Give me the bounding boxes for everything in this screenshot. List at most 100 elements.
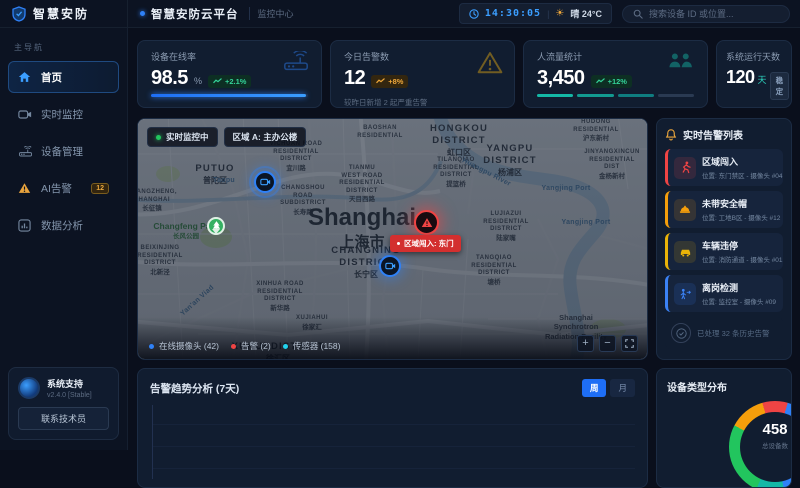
time-weather-widget: 14:30:05 | ☀ 晴 24°C — [459, 3, 612, 24]
sidebar-item-label: 实时监控 — [41, 107, 83, 122]
camera-marker[interactable] — [254, 171, 276, 193]
kpi-card-people-flow: 人流量统计 3,450 +12% — [523, 40, 708, 108]
top-bar: 智慧安防 智慧安防云平台 监控中心 14:30:05 | ☀ 晴 24°C — [0, 0, 800, 28]
alerts-panel-title: 实时告警列表 — [683, 127, 743, 142]
kpi-card-online-rate: 设备在线率 98.5 % +2.1% — [137, 40, 322, 108]
kpi-unit: % — [194, 76, 202, 86]
router-icon — [18, 146, 33, 157]
alert-count-badge: 12 — [91, 183, 109, 194]
zoom-out-button[interactable]: − — [599, 335, 616, 352]
zoom-in-button[interactable]: + — [577, 335, 594, 352]
kpi-delta-badge: +2.1% — [208, 75, 251, 88]
sidebar-item-device-mgmt[interactable]: 设备管理 — [8, 135, 119, 167]
app-logo-text: 智慧安防 — [33, 5, 89, 22]
platform-title: 智慧安防云平台 — [151, 6, 239, 22]
sidebar-item-label: AI告警 — [41, 181, 72, 196]
toggle-month-button[interactable]: 月 — [610, 379, 635, 397]
alert-trend-panel: 告警趋势分析 (7天) 周 月 — [137, 368, 648, 488]
realtime-alerts-panel: 实时告警列表 区域闯入位置: 东门禁区 - 摄像头 #04 未带安全帽位置: 工… — [656, 118, 792, 360]
sidebar-item-live-monitor[interactable]: 实时监控 — [8, 98, 119, 130]
helmet-icon — [674, 199, 696, 221]
platform-subtitle: 监控中心 — [249, 7, 294, 20]
trend-title: 告警趋势分析 (7天) — [150, 381, 239, 396]
processed-alerts-row[interactable]: 已处理 32 条历史告警 — [665, 317, 783, 349]
check-circle-icon — [671, 323, 691, 343]
search-input[interactable] — [649, 9, 779, 19]
park-marker[interactable] — [207, 217, 225, 235]
alert-marker[interactable] — [414, 210, 439, 235]
support-version: v2.4.0 [Stable] — [47, 392, 92, 399]
sensor-legend-dot — [283, 344, 288, 349]
warning-icon — [421, 217, 433, 228]
trend-chart-area — [152, 405, 635, 479]
sidebar: 主导航 首页 实时监控 设备管理 AI告警 12 数据分析 — [0, 28, 128, 450]
clock-time: 14:30:05 — [485, 8, 541, 19]
status-dot — [140, 11, 145, 16]
car-icon — [674, 241, 696, 263]
camera-icon — [18, 109, 33, 120]
trend-up-icon — [213, 78, 222, 84]
clock-icon — [469, 9, 479, 19]
people-flow-segments — [537, 94, 694, 97]
camera-icon — [385, 262, 396, 270]
search-box[interactable] — [622, 5, 790, 23]
sidebar-item-label: 首页 — [41, 70, 62, 85]
sidebar-item-data-analysis[interactable]: 数据分析 — [8, 209, 119, 241]
kpi-label: 系统运行天数 — [726, 50, 782, 63]
support-title: 系统支持 — [47, 377, 92, 390]
kpi-row: 设备在线率 98.5 % +2.1% 今日告警数 12 +8% 较昨日新增 2 … — [137, 40, 792, 108]
weather-text: 晴 24°C — [570, 7, 602, 20]
kpi-value: 98.5 — [151, 67, 188, 90]
tree-icon — [212, 221, 221, 232]
kpi-card-today-alerts: 今日告警数 12 +8% 较昨日新增 2 起严重告警 — [330, 40, 515, 108]
kpi-delta-badge: +12% — [591, 75, 632, 88]
search-icon — [633, 9, 643, 19]
map-legend: 在线摄像头 (42) 告警 (2) 传感器 (158) — [149, 340, 340, 352]
camera-icon — [260, 178, 271, 186]
bell-icon — [665, 128, 677, 141]
fullscreen-icon — [625, 339, 634, 348]
device-total-value: 458 — [735, 421, 792, 438]
period-toggle: 周 月 — [582, 379, 635, 397]
runner-icon — [674, 157, 696, 179]
sidebar-item-home[interactable]: 首页 — [8, 61, 119, 93]
alert-item-illegal-parking[interactable]: 车辆违停位置: 消防通道 - 摄像头 #01 — [665, 233, 783, 270]
app-logo: 智慧安防 — [0, 0, 128, 27]
device-distribution-title: 设备类型分布 — [667, 379, 781, 394]
map-panel[interactable]: BAOSHAN RESIDENTIAL HONGKOU DISTRICT虹口区 … — [137, 118, 648, 360]
live-dot — [156, 135, 161, 140]
toggle-week-button[interactable]: 周 — [582, 379, 607, 397]
processed-alerts-text: 已处理 32 条历史告警 — [697, 328, 770, 339]
trend-up-icon — [376, 78, 385, 84]
alert-item-absence[interactable]: 离岗检测位置: 监控室 - 摄像头 #09 — [665, 275, 783, 312]
kpi-value: 3,450 — [537, 67, 585, 90]
sidebar-item-ai-alerts[interactable]: AI告警 12 — [8, 172, 119, 204]
alert-tooltip[interactable]: 区域闯入: 东门 — [390, 235, 461, 252]
online-rate-progress — [151, 94, 308, 97]
kpi-value: 120 — [726, 67, 755, 88]
person-leave-icon — [674, 283, 696, 305]
bar-chart-icon — [18, 219, 33, 232]
contact-technician-button[interactable]: 联系技术员 — [18, 407, 109, 430]
device-distribution-panel: 设备类型分布 458 总设备数 — [656, 368, 792, 488]
alert-item-intrusion[interactable]: 区域闯入位置: 东门禁区 - 摄像头 #04 — [665, 149, 783, 186]
platform-heading: 智慧安防云平台 监控中心 — [128, 6, 294, 22]
kpi-delta-badge: +8% — [371, 75, 408, 88]
kpi-card-uptime: 系统运行天数 120 天 稳定 上次维护: 2023-06-20 — [716, 40, 792, 108]
kpi-value: 12 — [344, 67, 365, 90]
support-logo-icon — [18, 377, 40, 399]
kpi-note: 较昨日新增 2 起严重告警 — [344, 97, 501, 108]
nav-section-label: 主导航 — [14, 42, 127, 53]
kpi-note: 上次维护: 2023-06-20 — [726, 107, 782, 108]
trend-up-icon — [596, 78, 605, 84]
zone-chip[interactable]: 区域 A: 主办公楼 — [224, 127, 307, 147]
people-icon — [666, 51, 696, 70]
home-icon — [18, 71, 33, 83]
camera-legend-dot — [149, 344, 154, 349]
support-card: 系统支持 v2.4.0 [Stable] 联系技术员 — [8, 367, 119, 440]
camera-marker[interactable] — [379, 255, 401, 277]
device-total-label: 总设备数 — [735, 440, 792, 450]
fullscreen-button[interactable] — [621, 335, 638, 352]
warning-icon — [18, 182, 33, 194]
alert-item-no-helmet[interactable]: 未带安全帽位置: 工地B区 - 摄像头 #12 — [665, 191, 783, 228]
